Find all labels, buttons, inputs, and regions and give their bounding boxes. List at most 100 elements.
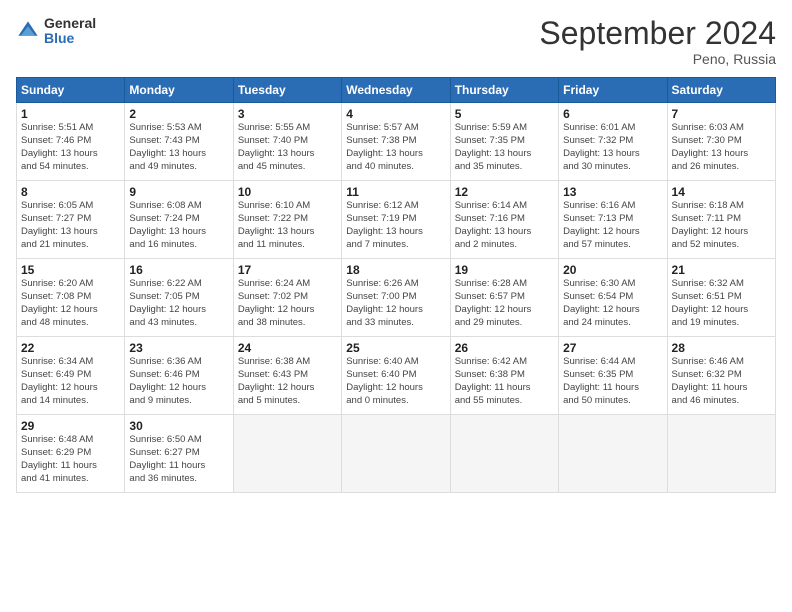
- page: General Blue September 2024 Peno, Russia…: [0, 0, 792, 612]
- day-number: 7: [672, 107, 771, 121]
- table-cell: 25Sunrise: 6:40 AM Sunset: 6:40 PM Dayli…: [342, 337, 450, 415]
- table-row: 1Sunrise: 5:51 AM Sunset: 7:46 PM Daylig…: [17, 103, 776, 181]
- table-cell: 28Sunrise: 6:46 AM Sunset: 6:32 PM Dayli…: [667, 337, 775, 415]
- header-wednesday: Wednesday: [342, 78, 450, 103]
- title-block: September 2024 Peno, Russia: [539, 16, 776, 67]
- header-saturday: Saturday: [667, 78, 775, 103]
- cell-text: Sunrise: 6:38 AM Sunset: 6:43 PM Dayligh…: [238, 356, 337, 407]
- table-cell: 22Sunrise: 6:34 AM Sunset: 6:49 PM Dayli…: [17, 337, 125, 415]
- day-number: 13: [563, 185, 662, 199]
- table-cell: 6Sunrise: 6:01 AM Sunset: 7:32 PM Daylig…: [559, 103, 667, 181]
- table-cell: 24Sunrise: 6:38 AM Sunset: 6:43 PM Dayli…: [233, 337, 341, 415]
- table-cell: 9Sunrise: 6:08 AM Sunset: 7:24 PM Daylig…: [125, 181, 233, 259]
- cell-text: Sunrise: 6:20 AM Sunset: 7:08 PM Dayligh…: [21, 278, 120, 329]
- table-cell: 3Sunrise: 5:55 AM Sunset: 7:40 PM Daylig…: [233, 103, 341, 181]
- cell-text: Sunrise: 5:59 AM Sunset: 7:35 PM Dayligh…: [455, 122, 554, 173]
- day-number: 19: [455, 263, 554, 277]
- cell-text: Sunrise: 6:30 AM Sunset: 6:54 PM Dayligh…: [563, 278, 662, 329]
- day-number: 15: [21, 263, 120, 277]
- table-cell: 17Sunrise: 6:24 AM Sunset: 7:02 PM Dayli…: [233, 259, 341, 337]
- cell-text: Sunrise: 6:10 AM Sunset: 7:22 PM Dayligh…: [238, 200, 337, 251]
- header-monday: Monday: [125, 78, 233, 103]
- cell-text: Sunrise: 6:08 AM Sunset: 7:24 PM Dayligh…: [129, 200, 228, 251]
- table-row: 22Sunrise: 6:34 AM Sunset: 6:49 PM Dayli…: [17, 337, 776, 415]
- header-row: Sunday Monday Tuesday Wednesday Thursday…: [17, 78, 776, 103]
- cell-text: Sunrise: 6:36 AM Sunset: 6:46 PM Dayligh…: [129, 356, 228, 407]
- cell-text: Sunrise: 6:24 AM Sunset: 7:02 PM Dayligh…: [238, 278, 337, 329]
- table-cell: 1Sunrise: 5:51 AM Sunset: 7:46 PM Daylig…: [17, 103, 125, 181]
- table-row: 15Sunrise: 6:20 AM Sunset: 7:08 PM Dayli…: [17, 259, 776, 337]
- cell-text: Sunrise: 6:14 AM Sunset: 7:16 PM Dayligh…: [455, 200, 554, 251]
- day-number: 27: [563, 341, 662, 355]
- logo-icon: [16, 19, 40, 43]
- day-number: 25: [346, 341, 445, 355]
- table-cell: [559, 415, 667, 493]
- day-number: 6: [563, 107, 662, 121]
- cell-text: Sunrise: 6:50 AM Sunset: 6:27 PM Dayligh…: [129, 434, 228, 485]
- header-sunday: Sunday: [17, 78, 125, 103]
- logo: General Blue: [16, 16, 96, 47]
- cell-text: Sunrise: 6:42 AM Sunset: 6:38 PM Dayligh…: [455, 356, 554, 407]
- table-cell: 11Sunrise: 6:12 AM Sunset: 7:19 PM Dayli…: [342, 181, 450, 259]
- day-number: 17: [238, 263, 337, 277]
- logo-general: General: [44, 16, 96, 31]
- table-cell: 30Sunrise: 6:50 AM Sunset: 6:27 PM Dayli…: [125, 415, 233, 493]
- day-number: 9: [129, 185, 228, 199]
- cell-text: Sunrise: 6:32 AM Sunset: 6:51 PM Dayligh…: [672, 278, 771, 329]
- cell-text: Sunrise: 6:05 AM Sunset: 7:27 PM Dayligh…: [21, 200, 120, 251]
- day-number: 5: [455, 107, 554, 121]
- table-cell: 26Sunrise: 6:42 AM Sunset: 6:38 PM Dayli…: [450, 337, 558, 415]
- cell-text: Sunrise: 6:28 AM Sunset: 6:57 PM Dayligh…: [455, 278, 554, 329]
- cell-text: Sunrise: 6:26 AM Sunset: 7:00 PM Dayligh…: [346, 278, 445, 329]
- cell-text: Sunrise: 6:12 AM Sunset: 7:19 PM Dayligh…: [346, 200, 445, 251]
- cell-text: Sunrise: 6:48 AM Sunset: 6:29 PM Dayligh…: [21, 434, 120, 485]
- header-friday: Friday: [559, 78, 667, 103]
- calendar-table: Sunday Monday Tuesday Wednesday Thursday…: [16, 77, 776, 493]
- day-number: 4: [346, 107, 445, 121]
- cell-text: Sunrise: 6:40 AM Sunset: 6:40 PM Dayligh…: [346, 356, 445, 407]
- table-cell: [667, 415, 775, 493]
- day-number: 20: [563, 263, 662, 277]
- day-number: 18: [346, 263, 445, 277]
- table-cell: 8Sunrise: 6:05 AM Sunset: 7:27 PM Daylig…: [17, 181, 125, 259]
- cell-text: Sunrise: 6:34 AM Sunset: 6:49 PM Dayligh…: [21, 356, 120, 407]
- table-cell: [342, 415, 450, 493]
- table-cell: 23Sunrise: 6:36 AM Sunset: 6:46 PM Dayli…: [125, 337, 233, 415]
- day-number: 8: [21, 185, 120, 199]
- cell-text: Sunrise: 6:18 AM Sunset: 7:11 PM Dayligh…: [672, 200, 771, 251]
- logo-text: General Blue: [44, 16, 96, 47]
- table-cell: 10Sunrise: 6:10 AM Sunset: 7:22 PM Dayli…: [233, 181, 341, 259]
- day-number: 3: [238, 107, 337, 121]
- header-thursday: Thursday: [450, 78, 558, 103]
- day-number: 22: [21, 341, 120, 355]
- table-row: 8Sunrise: 6:05 AM Sunset: 7:27 PM Daylig…: [17, 181, 776, 259]
- day-number: 12: [455, 185, 554, 199]
- day-number: 11: [346, 185, 445, 199]
- table-cell: 29Sunrise: 6:48 AM Sunset: 6:29 PM Dayli…: [17, 415, 125, 493]
- day-number: 10: [238, 185, 337, 199]
- header: General Blue September 2024 Peno, Russia: [16, 16, 776, 67]
- cell-text: Sunrise: 6:44 AM Sunset: 6:35 PM Dayligh…: [563, 356, 662, 407]
- table-cell: 18Sunrise: 6:26 AM Sunset: 7:00 PM Dayli…: [342, 259, 450, 337]
- table-cell: 4Sunrise: 5:57 AM Sunset: 7:38 PM Daylig…: [342, 103, 450, 181]
- table-cell: 27Sunrise: 6:44 AM Sunset: 6:35 PM Dayli…: [559, 337, 667, 415]
- header-tuesday: Tuesday: [233, 78, 341, 103]
- day-number: 14: [672, 185, 771, 199]
- logo-blue: Blue: [44, 31, 96, 46]
- cell-text: Sunrise: 6:01 AM Sunset: 7:32 PM Dayligh…: [563, 122, 662, 173]
- month-title: September 2024: [539, 16, 776, 51]
- table-cell: 19Sunrise: 6:28 AM Sunset: 6:57 PM Dayli…: [450, 259, 558, 337]
- cell-text: Sunrise: 5:53 AM Sunset: 7:43 PM Dayligh…: [129, 122, 228, 173]
- day-number: 1: [21, 107, 120, 121]
- day-number: 23: [129, 341, 228, 355]
- day-number: 26: [455, 341, 554, 355]
- table-cell: [450, 415, 558, 493]
- table-cell: 14Sunrise: 6:18 AM Sunset: 7:11 PM Dayli…: [667, 181, 775, 259]
- table-cell: 12Sunrise: 6:14 AM Sunset: 7:16 PM Dayli…: [450, 181, 558, 259]
- day-number: 30: [129, 419, 228, 433]
- day-number: 29: [21, 419, 120, 433]
- cell-text: Sunrise: 6:46 AM Sunset: 6:32 PM Dayligh…: [672, 356, 771, 407]
- cell-text: Sunrise: 5:57 AM Sunset: 7:38 PM Dayligh…: [346, 122, 445, 173]
- table-cell: 20Sunrise: 6:30 AM Sunset: 6:54 PM Dayli…: [559, 259, 667, 337]
- table-cell: 2Sunrise: 5:53 AM Sunset: 7:43 PM Daylig…: [125, 103, 233, 181]
